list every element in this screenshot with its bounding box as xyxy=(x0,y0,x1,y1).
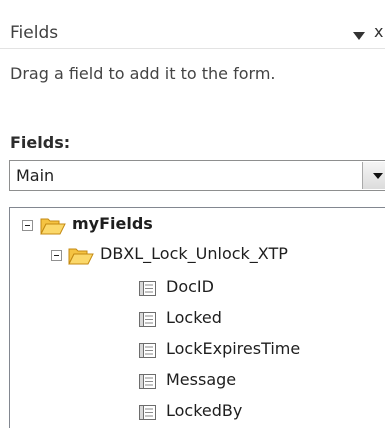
tree-field-item[interactable]: LockedBy xyxy=(10,399,385,428)
tree-node-label: myFields xyxy=(72,214,153,233)
chevron-down-icon xyxy=(373,173,383,179)
field-icon xyxy=(138,404,157,421)
tree-field-item[interactable]: Locked xyxy=(10,306,385,336)
field-tree[interactable]: myFields DBXL_Lock_Unlock_XTP DocID Lock… xyxy=(9,207,385,428)
tree-field-item[interactable]: LockExpiresTime xyxy=(10,337,385,367)
collapse-toggle-icon[interactable] xyxy=(51,250,62,261)
data-source-value: Main xyxy=(16,166,55,185)
fields-label: Fields: xyxy=(10,133,71,152)
close-button[interactable]: x xyxy=(374,24,383,40)
instruction-text: Drag a field to add it to the form. xyxy=(10,64,276,83)
tree-node-label: DBXL_Lock_Unlock_XTP xyxy=(100,244,288,263)
tree-field-label: LockExpiresTime xyxy=(166,339,301,358)
data-source-dropdown-button[interactable] xyxy=(362,162,385,189)
field-icon xyxy=(138,280,157,297)
pane-menu-icon[interactable] xyxy=(352,30,366,42)
data-source-select[interactable]: Main xyxy=(9,160,385,191)
folder-open-icon xyxy=(68,246,94,266)
tree-field-label: Locked xyxy=(166,308,222,327)
field-icon xyxy=(138,342,157,359)
folder-open-icon xyxy=(40,216,66,236)
tree-field-item[interactable]: DocID xyxy=(10,275,385,305)
tree-field-label: Message xyxy=(166,370,237,389)
tree-field-label: LockedBy xyxy=(166,401,243,420)
tree-field-label: DocID xyxy=(166,277,214,296)
fields-task-pane: Fields x Drag a field to add it to the f… xyxy=(0,0,385,428)
collapse-toggle-icon[interactable] xyxy=(22,220,33,231)
pane-title: Fields xyxy=(10,23,59,43)
tree-field-item[interactable]: Message xyxy=(10,368,385,398)
field-icon xyxy=(138,373,157,390)
pane-header: Fields x xyxy=(0,8,385,49)
tree-node-myfields[interactable]: myFields xyxy=(10,212,385,242)
tree-node-group[interactable]: DBXL_Lock_Unlock_XTP xyxy=(10,242,385,272)
field-icon xyxy=(138,311,157,328)
